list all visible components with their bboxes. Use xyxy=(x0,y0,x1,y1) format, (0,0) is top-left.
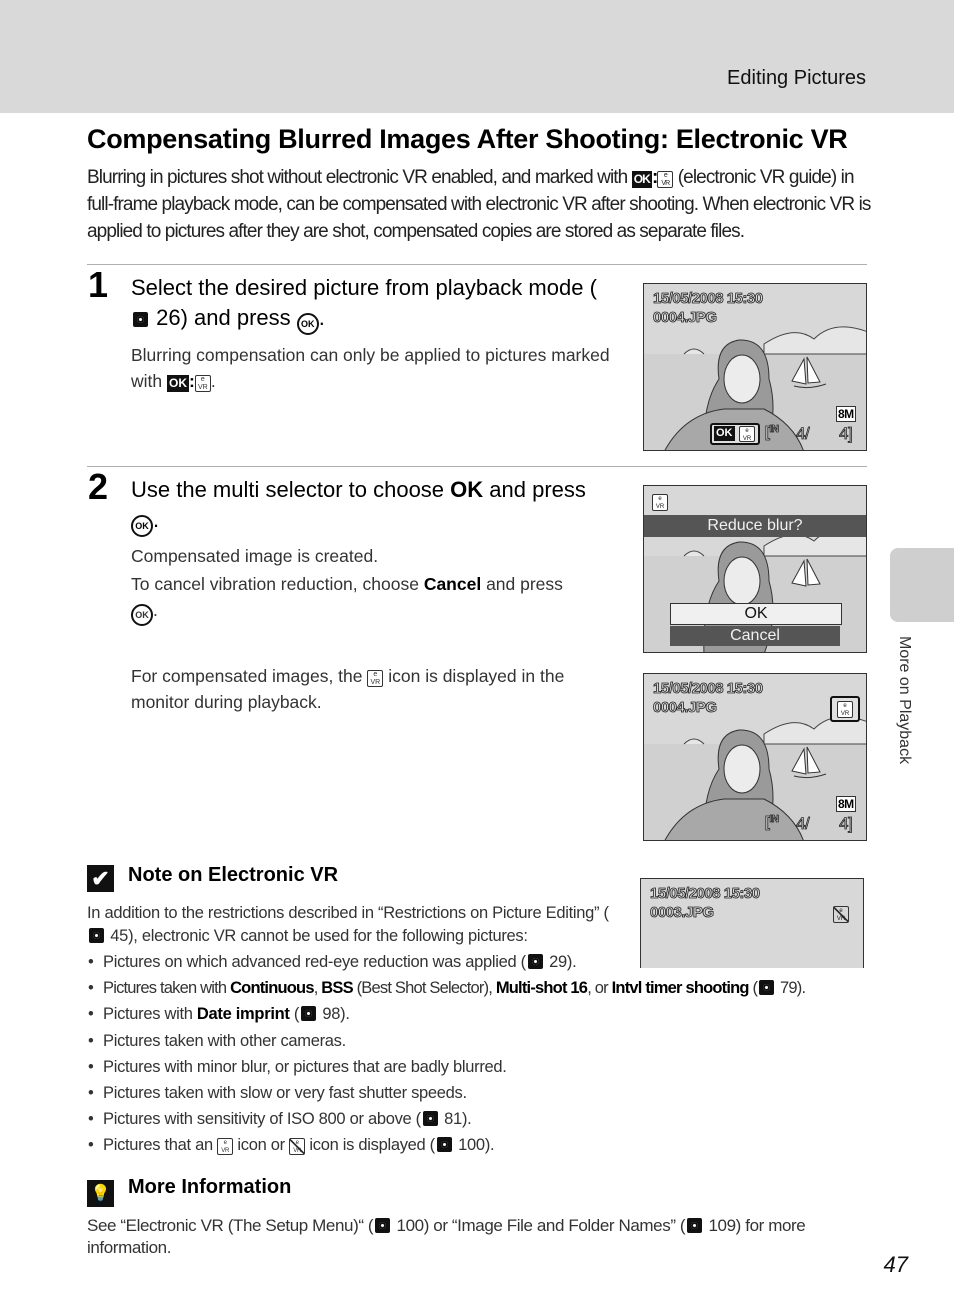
ok-guide-icon: OK xyxy=(631,171,652,188)
note-intro: In addition to the restrictions describe… xyxy=(87,904,609,945)
page-reference-icon xyxy=(687,1218,703,1233)
frame-counter: 4/ xyxy=(796,814,811,834)
chapter-label: More on Playback xyxy=(896,636,913,765)
electronic-vr-icon: e VR xyxy=(657,171,674,188)
compensated-indicator: e VR xyxy=(830,696,860,722)
ok-button-icon: OK xyxy=(296,313,319,335)
page-reference-icon xyxy=(759,980,775,996)
image-size-icon: 8M xyxy=(836,406,856,422)
lightbulb-icon: 💡 xyxy=(87,1180,114,1207)
divider xyxy=(87,264,867,265)
frame-counter: 4/ xyxy=(796,424,811,444)
step-description: Blurring compensation can only be applie… xyxy=(131,345,610,392)
more-info-heading: 💡 More Information xyxy=(87,1176,291,1207)
list-item: Pictures with minor blur, or pictures th… xyxy=(87,1054,887,1080)
list-item: Pictures with sensitivity of ISO 800 or … xyxy=(87,1106,887,1132)
internal-memory-indicator: [IN xyxy=(765,814,780,832)
more-info-text: See “Electronic VR (The Setup Menu)“ ( 1… xyxy=(87,1216,806,1257)
electronic-vr-icon: e VR xyxy=(194,375,211,392)
electronic-vr-icon: e VR xyxy=(367,670,384,687)
step-number: 2 xyxy=(88,466,109,507)
osd-date: 15/05/2008 15:30 xyxy=(653,680,764,698)
dialog-option-ok[interactable]: OK xyxy=(670,603,842,625)
camera-screen-playback: 15/05/2008 15:30 0004.JPG 8M OK e VR [IN … xyxy=(643,283,867,451)
osd-date: 15/05/2008 15:30 xyxy=(653,290,764,308)
step-heading: Use the multi selector to choose OK and … xyxy=(131,475,611,537)
page-reference-icon xyxy=(301,1006,317,1022)
page-reference-icon xyxy=(133,312,148,327)
page-title: Compensating Blurred Images After Shooti… xyxy=(87,124,848,154)
page-reference-icon xyxy=(436,1137,452,1153)
list-item: Pictures taken with Continuous, BSS (Bes… xyxy=(87,975,887,1001)
electronic-vr-disabled-icon: e VR xyxy=(289,1138,306,1156)
electronic-vr-icon: e VR xyxy=(837,701,853,718)
dialog-option-cancel[interactable]: Cancel xyxy=(670,626,840,646)
list-item: Pictures that an eVR icon or eVR icon is… xyxy=(87,1132,887,1158)
checkmark-icon: ✔ xyxy=(87,865,114,892)
step-number: 1 xyxy=(88,264,109,305)
page-reference-icon xyxy=(375,1218,391,1233)
note-heading: ✔ Note on Electronic VR xyxy=(87,864,338,892)
list-item: Pictures on which advanced red-eye reduc… xyxy=(87,949,887,975)
section-title: Editing Pictures xyxy=(727,67,866,89)
chapter-tab xyxy=(890,548,954,622)
camera-screen-compensated: 15/05/2008 15:30 0004.JPG e VR 8M [IN 4/ … xyxy=(643,673,867,841)
electronic-vr-icon: e VR xyxy=(217,1138,234,1156)
list-item: Pictures taken with slow or very fast sh… xyxy=(87,1080,887,1106)
electronic-vr-icon: e VR xyxy=(739,426,755,442)
internal-memory-indicator: [IN xyxy=(765,424,780,442)
electronic-vr-disabled-icon: e VR xyxy=(833,906,849,923)
step-description: Compensated image is created. To cancel … xyxy=(131,543,611,628)
image-size-icon: 8M xyxy=(836,796,856,812)
osd-filename: 0004.JPG xyxy=(653,309,718,327)
frame-total: 4] xyxy=(839,814,854,834)
page-number: 47 xyxy=(883,1252,908,1277)
ok-guide-icon: OK xyxy=(166,375,189,392)
ok-button-icon: OK xyxy=(131,604,153,626)
list-item: Pictures with Date imprint ( 98). xyxy=(87,1001,887,1027)
step-heading: Select the desired picture from playback… xyxy=(131,273,611,335)
dialog-prompt: Reduce blur? xyxy=(644,515,866,537)
page-reference-icon xyxy=(89,928,104,943)
step-note: For compensated images, the e VR icon is … xyxy=(131,666,565,712)
page-header: Editing Pictures xyxy=(0,0,954,113)
osd-filename: 0004.JPG xyxy=(653,699,718,717)
evr-guide-indicator: OK e VR xyxy=(710,423,760,445)
divider xyxy=(87,466,867,467)
intro-paragraph: Blurring in pictures shot without electr… xyxy=(87,167,871,242)
camera-screen-reduce-blur-dialog: e VR Reduce blur? OK Cancel xyxy=(643,485,867,653)
page-reference-icon xyxy=(527,954,543,969)
frame-total: 4] xyxy=(839,424,854,444)
list-item: Pictures taken with other cameras. xyxy=(87,1028,887,1054)
ok-button-icon: OK xyxy=(131,515,153,537)
osd-filename: 0003.JPG xyxy=(650,904,715,922)
restrictions-list: Pictures on which advanced red-eye reduc… xyxy=(87,949,887,1159)
electronic-vr-icon: e VR xyxy=(652,494,668,511)
page-reference-icon xyxy=(422,1111,438,1127)
osd-date: 15/05/2008 15:30 xyxy=(650,885,761,903)
